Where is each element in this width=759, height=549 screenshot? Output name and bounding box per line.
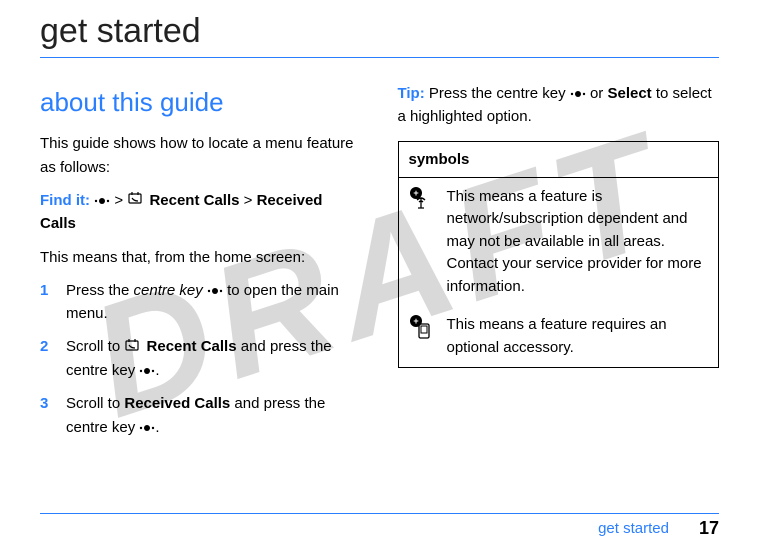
path-recent: Recent Calls [149, 192, 239, 209]
centre-key-icon [139, 422, 155, 434]
gt-1: > [114, 192, 123, 209]
t: Scroll to [66, 395, 124, 412]
section-heading: about this guide [40, 82, 362, 122]
recent-calls-icon [124, 336, 142, 359]
page-title: get started [40, 12, 719, 58]
centre-key-term: centre key [134, 282, 203, 299]
left-column: about this guide This guide shows how to… [40, 82, 362, 449]
step-text: Press the centre key to open the main me… [66, 279, 362, 326]
svg-text:+: + [413, 316, 418, 326]
symbols-header: symbols [399, 142, 719, 178]
network-dependent-icon: + [409, 186, 433, 219]
tip-line: Tip: Press the centre key or Select to s… [398, 82, 720, 129]
step-3: 3 Scroll to Received Calls and press the… [40, 392, 362, 439]
bold-term: Received Calls [124, 395, 230, 412]
symbol-text: This means a feature is network/subscrip… [447, 186, 709, 299]
symbol-text: This means a feature requires an optiona… [447, 314, 709, 359]
svg-text:+: + [413, 188, 418, 198]
step-text: Scroll to Received Calls and press the c… [66, 392, 362, 439]
means-text: This means that, from the home screen: [40, 246, 362, 269]
t: or [586, 85, 608, 102]
symbol-row-accessory: + This means a feature requires an optio… [399, 306, 719, 367]
centre-key-icon [207, 285, 223, 297]
bold-term: Recent Calls [147, 338, 237, 355]
symbols-table: symbols + This means a feature is networ… [398, 141, 720, 369]
t: Scroll to [66, 338, 124, 355]
symbol-row-network: + This means a feature is network/subscr… [399, 178, 719, 307]
find-it-line: Find it: > Recent Calls > Received Calls [40, 189, 362, 236]
gt-2: > [244, 192, 253, 209]
t: Press the [66, 282, 134, 299]
steps-list: 1 Press the centre key to open the main … [40, 279, 362, 439]
step-number: 1 [40, 279, 52, 326]
intro-text: This guide shows how to locate a menu fe… [40, 132, 362, 179]
centre-key-icon [94, 195, 110, 207]
right-column: Tip: Press the centre key or Select to s… [398, 82, 720, 449]
step-number: 3 [40, 392, 52, 439]
footer-section: get started [598, 520, 669, 537]
footer-page-number: 17 [699, 518, 719, 539]
step-2: 2 Scroll to Recent Calls and press the c… [40, 335, 362, 382]
page-footer: get started 17 [40, 513, 719, 539]
tip-label: Tip: [398, 85, 425, 102]
step-number: 2 [40, 335, 52, 382]
t: Press the centre key [425, 85, 570, 102]
centre-key-icon [570, 88, 586, 100]
step-text: Scroll to Recent Calls and press the cen… [66, 335, 362, 382]
accessory-required-icon: + [409, 314, 433, 347]
step-1: 1 Press the centre key to open the main … [40, 279, 362, 326]
find-it-label: Find it: [40, 192, 90, 209]
select-term: Select [607, 85, 651, 102]
t: . [155, 419, 159, 436]
centre-key-icon [139, 365, 155, 377]
recent-calls-icon [127, 189, 145, 212]
t: . [155, 362, 159, 379]
